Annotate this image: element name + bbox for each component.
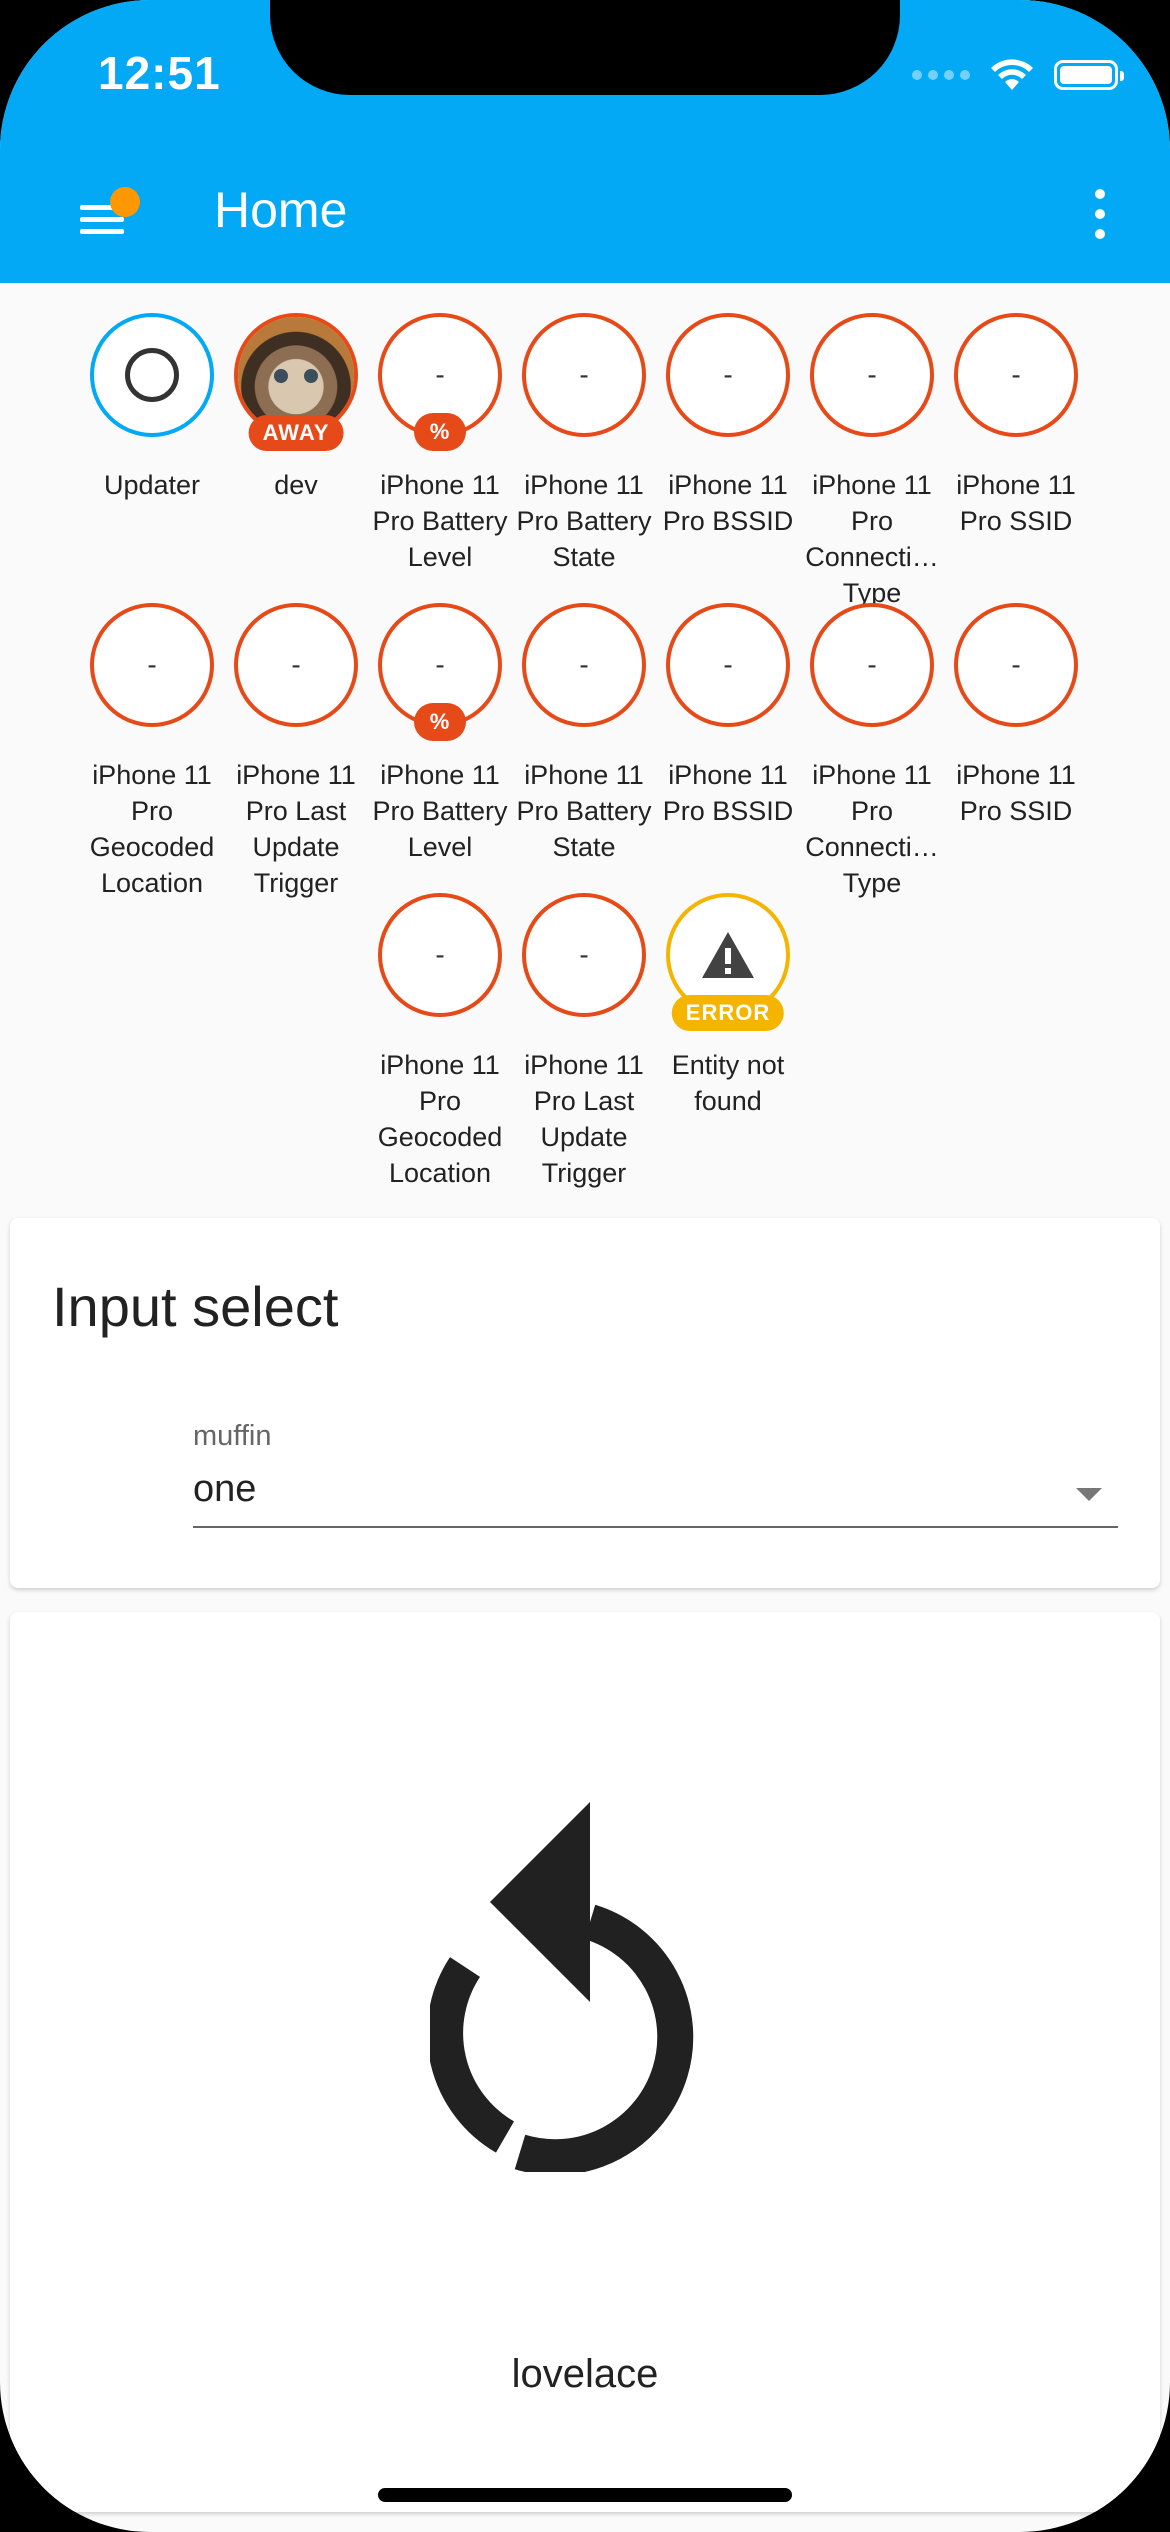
badge-state: -: [435, 649, 445, 680]
badge-ring: -: [666, 603, 790, 727]
card-title: Input select: [52, 1275, 339, 1338]
badge-ring: ERROR: [666, 893, 790, 1031]
select-dropdown[interactable]: one: [193, 1468, 256, 1511]
badge-state: -: [147, 649, 157, 680]
badge-unit: %: [414, 413, 466, 451]
badge-state: -: [723, 649, 733, 680]
entity-badge[interactable]: - iPhone 11 Pro SSID: [944, 603, 1088, 829]
entity-badge[interactable]: - iPhone 11 Pro BSSID: [656, 603, 800, 829]
entity-badge[interactable]: - iPhone 11 Pro Battery State: [512, 313, 656, 575]
home-indicator[interactable]: [378, 2488, 792, 2502]
status-icons: [912, 50, 1124, 100]
app-header: 12:51 Home: [0, 0, 1170, 283]
badge-state: -: [579, 359, 589, 390]
entity-badge[interactable]: - iPhone 11 Pro Last Update Trigger: [512, 893, 656, 1191]
device-notch: [270, 0, 900, 95]
badge-label: iPhone 11 Pro Last Update Trigger: [524, 1050, 644, 1188]
badge-label: iPhone 11 Pro Connecti… Type: [805, 760, 939, 898]
status-time: 12:51: [98, 47, 221, 99]
refresh-icon[interactable]: [430, 1802, 750, 2172]
entity-badge[interactable]: - iPhone 11 Pro SSID: [944, 313, 1088, 539]
badge-ring: -: [810, 603, 934, 727]
badge-state: -: [723, 359, 733, 390]
badge-label: iPhone 11 Pro Last Update Trigger: [236, 760, 356, 898]
badge-ring: -%: [378, 313, 502, 451]
badge-label: iPhone 11 Pro Battery Level: [372, 470, 508, 572]
entity-badge[interactable]: - iPhone 11 Pro BSSID: [656, 313, 800, 539]
badge-ring: -: [954, 313, 1078, 437]
select-label: muffin: [193, 1420, 272, 1452]
entity-badge[interactable]: - iPhone 11 Pro Connecti… Type: [800, 603, 944, 901]
badge-state: -: [1011, 649, 1021, 680]
toolbar: Home: [0, 165, 1170, 260]
badge-ring: [90, 313, 214, 437]
badge-unit: ERROR: [671, 995, 785, 1031]
badge-ring: -: [810, 313, 934, 437]
badge-state: -: [867, 359, 877, 390]
input-select-card: Input select muffin one: [10, 1218, 1160, 1588]
badge-state: -: [435, 939, 445, 970]
refresh-card: lovelace: [10, 1612, 1160, 2512]
refresh-label: lovelace: [511, 2352, 659, 2396]
badge-ring: AWAY: [234, 313, 358, 451]
badge-ring: -: [522, 603, 646, 727]
entity-badge[interactable]: - iPhone 11 Pro Geocoded Location: [368, 893, 512, 1191]
badge-label: iPhone 11 Pro Battery State: [516, 470, 652, 572]
entity-badge[interactable]: -% iPhone 11 Pro Battery Level: [368, 313, 512, 575]
badge-label: iPhone 11 Pro BSSID: [662, 470, 794, 536]
select-underline: [193, 1526, 1118, 1528]
menu-button[interactable]: [70, 175, 150, 255]
badge-label: dev: [274, 470, 318, 500]
entity-badge[interactable]: - iPhone 11 Pro Geocoded Location: [80, 603, 224, 901]
badge-label: iPhone 11 Pro BSSID: [662, 760, 794, 826]
entity-badge[interactable]: Updater: [80, 313, 224, 503]
badge-label: iPhone 11 Pro SSID: [956, 760, 1076, 826]
badge-label: iPhone 11 Pro SSID: [956, 470, 1076, 536]
badge-label: iPhone 11 Pro Connecti… Type: [805, 470, 939, 608]
overflow-menu-button[interactable]: [1080, 179, 1120, 249]
cellular-signal-icon: [912, 70, 970, 80]
badge-ring: -: [954, 603, 1078, 727]
wifi-icon: [991, 59, 1033, 90]
badge-ring: -: [234, 603, 358, 727]
chevron-down-icon[interactable]: [1076, 1488, 1102, 1501]
badge-state: -: [579, 649, 589, 680]
entity-badge[interactable]: - iPhone 11 Pro Last Update Trigger: [224, 603, 368, 901]
badge-label: iPhone 11 Pro Battery State: [516, 760, 652, 862]
circle-outline-icon: [125, 348, 179, 402]
badge-state: -: [435, 359, 445, 390]
badge-ring: -: [522, 313, 646, 437]
entity-badge[interactable]: - iPhone 11 Pro Connecti… Type: [800, 313, 944, 611]
badge-ring: -%: [378, 603, 502, 741]
badge-label: iPhone 11 Pro Geocoded Location: [377, 1050, 503, 1188]
badge-unit: %: [414, 703, 466, 741]
badge-state: -: [579, 939, 589, 970]
badge-unit: AWAY: [248, 415, 344, 451]
notification-dot: [110, 187, 140, 217]
app-screen: 12:51 Home Updater AWAY dev - % iPhone 1…: [0, 0, 1170, 2532]
entity-badge[interactable]: -% iPhone 11 Pro Battery Level: [368, 603, 512, 865]
badge-ring: -: [378, 893, 502, 1017]
badge-label: iPhone 11 Pro Battery Level: [372, 760, 508, 862]
badge-label: Updater: [103, 470, 201, 500]
page-title: Home: [214, 182, 348, 238]
battery-icon: [1054, 60, 1124, 90]
badge-label: iPhone 11 Pro Geocoded Location: [89, 760, 215, 898]
badge-state: -: [1011, 359, 1021, 390]
badge-ring: -: [90, 603, 214, 727]
entity-badge[interactable]: - iPhone 11 Pro Battery State: [512, 603, 656, 865]
badge-ring: -: [666, 313, 790, 437]
badge-state: -: [291, 649, 301, 680]
entity-badge[interactable]: ERROR Entity not found: [656, 893, 800, 1119]
entity-badge[interactable]: AWAY dev: [224, 313, 368, 503]
badge-ring: -: [522, 893, 646, 1017]
badge-state: -: [867, 649, 877, 680]
warning-icon: [702, 932, 754, 978]
badge-label: Entity not found: [671, 1050, 785, 1116]
